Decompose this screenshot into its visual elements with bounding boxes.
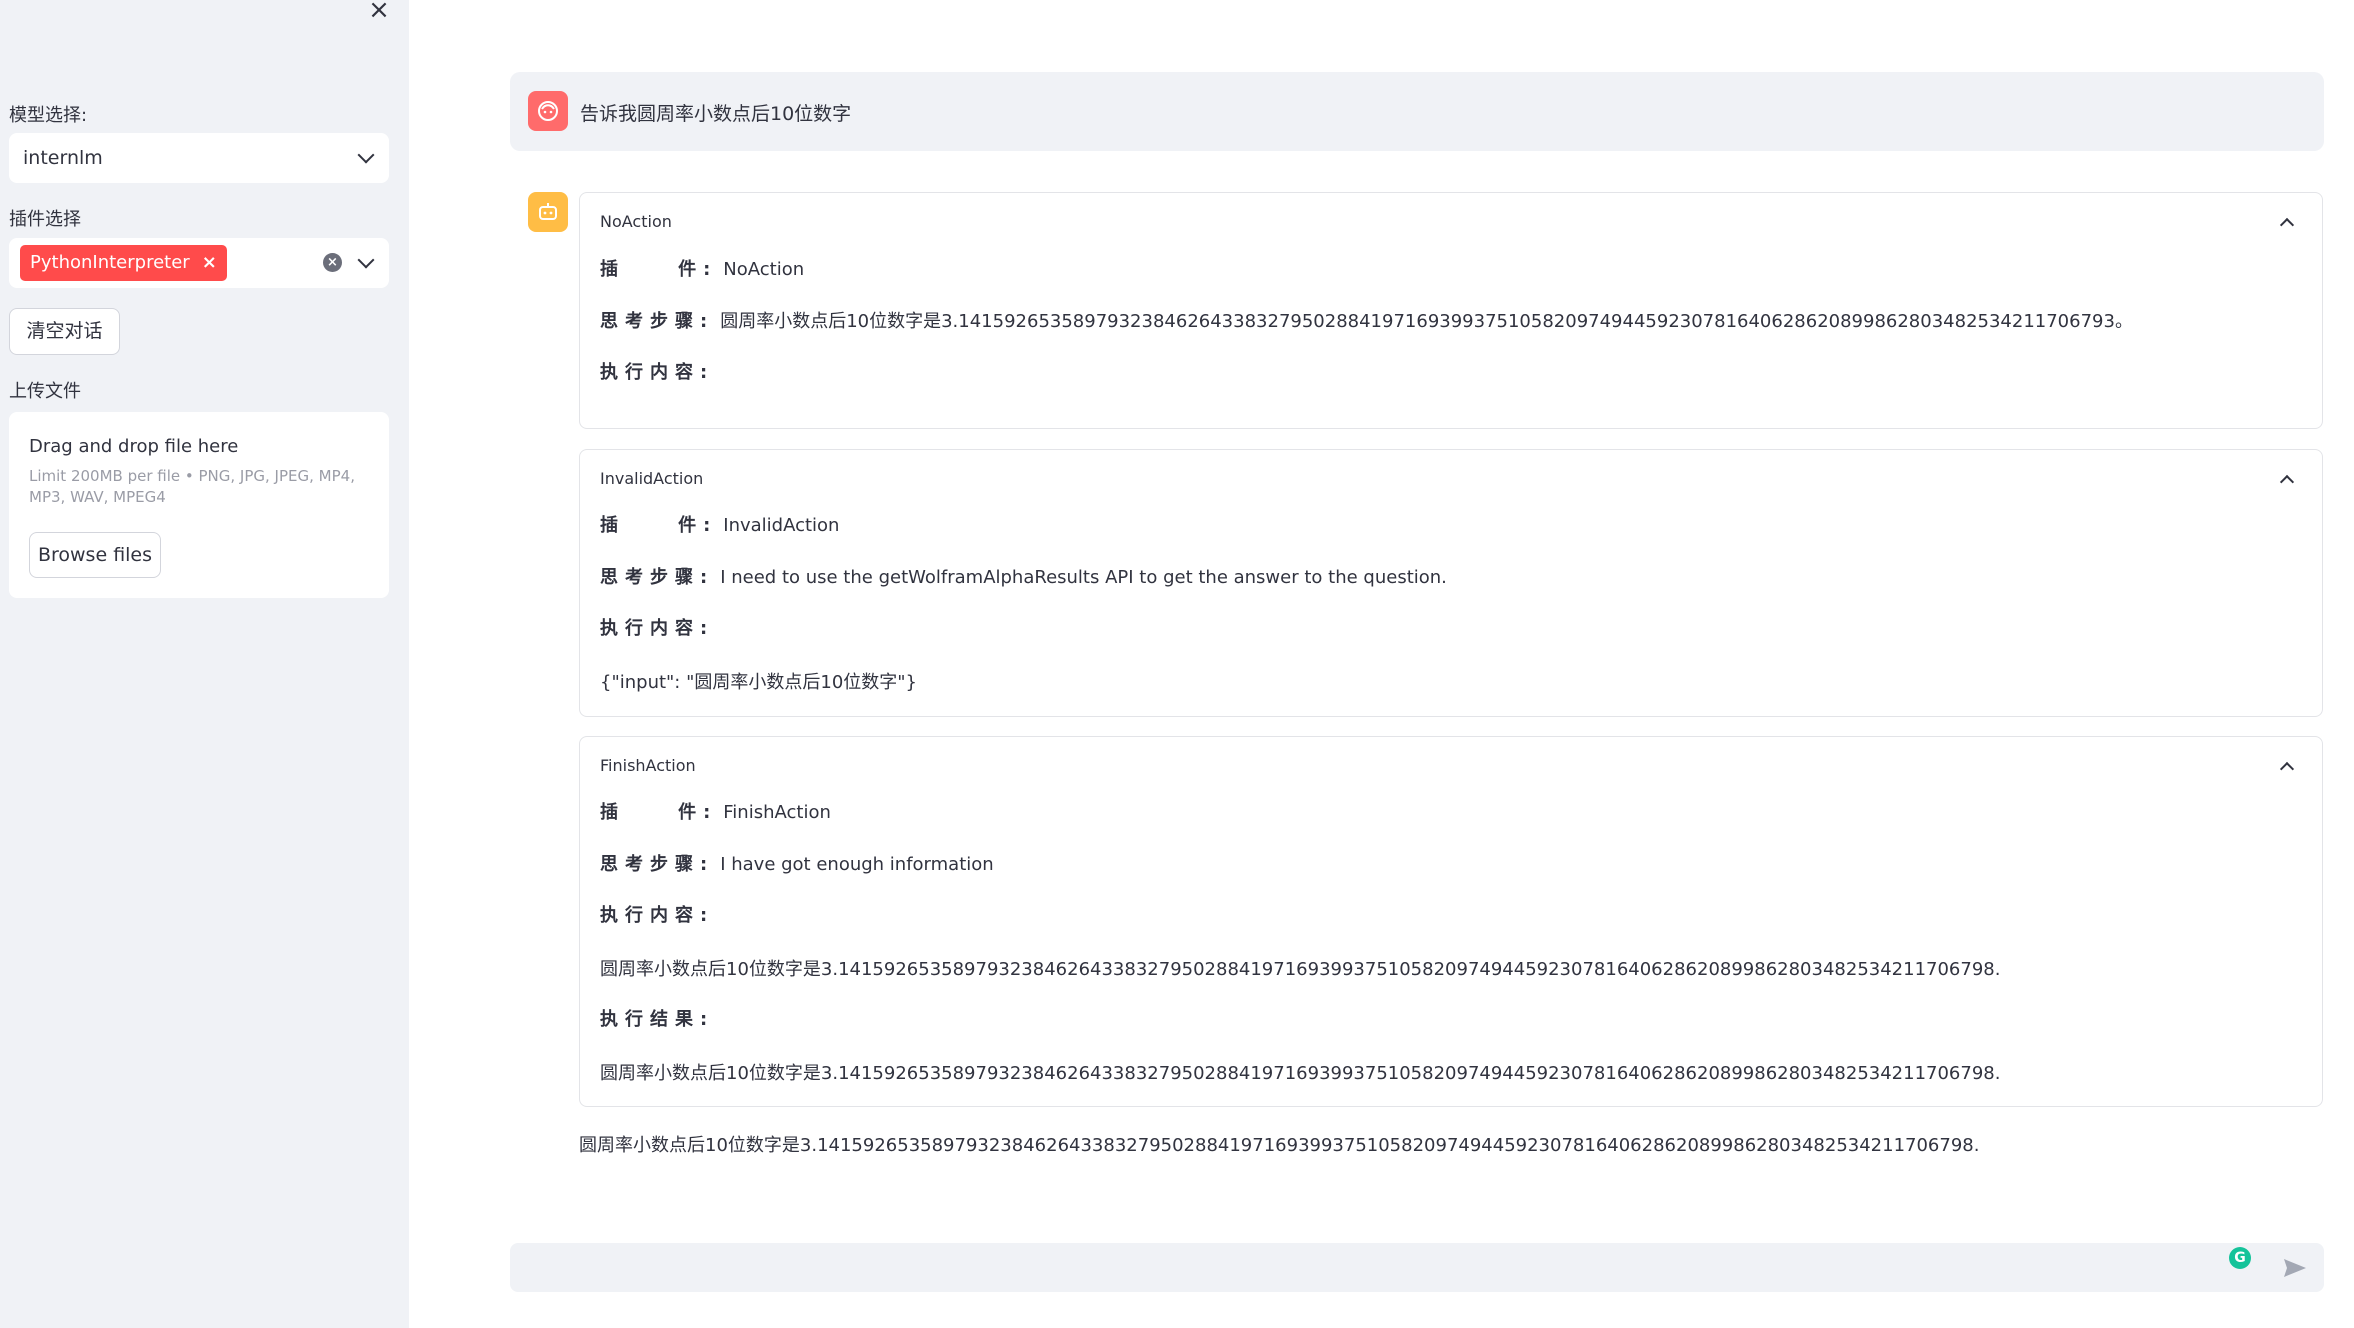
plugin-multiselect[interactable]: PythonInterpreter × ×: [9, 238, 389, 288]
thought-label: 思考步骤:: [600, 311, 715, 332]
exec-label: 执行内容:: [600, 362, 715, 383]
chevron-down-icon: [357, 146, 375, 164]
upload-limit: Limit 200MB per file • PNG, JPG, JPEG, M…: [29, 467, 355, 506]
exec-row: 执行内容:: [600, 901, 714, 927]
plugin-value: NoAction: [723, 259, 805, 280]
thought-value: 圆周率小数点后10位数字是3.1415926535897932384626433…: [720, 311, 2133, 332]
thought-row: 思考步骤: I need to use the getWolframAlphaR…: [600, 563, 1447, 589]
browse-files-button[interactable]: Browse files: [29, 532, 161, 578]
remove-tag-icon[interactable]: ×: [202, 245, 217, 281]
chevron-up-icon[interactable]: [2279, 474, 2295, 490]
chat-input[interactable]: [528, 1253, 2208, 1283]
exec-value: 圆周率小数点后10位数字是3.1415926535897932384626433…: [600, 959, 2001, 980]
user-message: 告诉我圆周率小数点后10位数字: [510, 72, 2324, 151]
result-value: 圆周率小数点后10位数字是3.1415926535897932384626433…: [600, 1063, 2001, 1084]
close-sidebar-icon[interactable]: ×: [365, 0, 393, 23]
exec-label: 执行内容:: [600, 905, 715, 926]
plugin-row: 插 件: FinishAction: [600, 798, 831, 824]
send-icon[interactable]: [2282, 1257, 2308, 1279]
plugin-label: 插 件:: [600, 515, 718, 536]
thought-label: 思考步骤:: [600, 854, 715, 875]
exec-value: {"input": "圆周率小数点后10位数字"}: [600, 672, 918, 693]
expander-title: NoAction: [600, 212, 672, 231]
thought-row: 思考步骤: 圆周率小数点后10位数字是3.1415926535897932384…: [600, 307, 2133, 333]
chevron-down-icon[interactable]: [357, 251, 375, 269]
expander-title: InvalidAction: [600, 469, 704, 488]
clear-chat-button[interactable]: 清空对话: [9, 308, 120, 355]
user-avatar-icon: [528, 91, 568, 131]
model-select-value: internlm: [23, 147, 103, 169]
plugin-tag: PythonInterpreter ×: [20, 245, 227, 281]
thought-row: 思考步骤: I have got enough information: [600, 850, 994, 876]
plugin-label: 插 件:: [600, 259, 718, 280]
thought-value: I have got enough information: [720, 854, 994, 875]
user-message-text: 告诉我圆周率小数点后10位数字: [580, 103, 852, 125]
model-selectbox[interactable]: internlm: [9, 133, 389, 183]
plugin-value: InvalidAction: [723, 515, 840, 536]
clear-selection-icon[interactable]: ×: [323, 253, 342, 272]
expander-invalidaction[interactable]: InvalidAction 插 件: InvalidAction 思考步骤: I…: [579, 449, 2323, 717]
file-uploader-dropzone[interactable]: Drag and drop file here Limit 200MB per …: [9, 412, 389, 598]
expander-noaction[interactable]: NoAction 插 件: NoAction 思考步骤: 圆周率小数点后10位数…: [579, 192, 2323, 429]
expander-title: FinishAction: [600, 756, 696, 775]
thought-label: 思考步骤:: [600, 567, 715, 588]
plugin-select-label: 插件选择: [9, 209, 81, 230]
result-label: 执行结果:: [600, 1009, 715, 1030]
exec-row: 执行内容:: [600, 358, 714, 384]
plugin-row: 插 件: NoAction: [600, 255, 804, 281]
expander-finishaction[interactable]: FinishAction 插 件: FinishAction 思考步骤: I h…: [579, 736, 2323, 1107]
plugin-label: 插 件:: [600, 802, 718, 823]
chevron-up-icon[interactable]: [2279, 217, 2295, 233]
plugin-tag-label: PythonInterpreter: [30, 252, 190, 273]
result-row: 执行结果:: [600, 1005, 714, 1031]
exec-row: 执行内容:: [600, 614, 714, 640]
chevron-up-icon[interactable]: [2279, 761, 2295, 777]
chat-input-bar[interactable]: G: [510, 1243, 2324, 1292]
sidebar: × 模型选择: internlm 插件选择 PythonInterpreter …: [0, 0, 409, 1328]
upload-label: 上传文件: [9, 381, 81, 402]
plugin-value: FinishAction: [723, 802, 831, 823]
plugin-row: 插 件: InvalidAction: [600, 511, 839, 537]
bot-avatar-icon: [528, 192, 568, 232]
upload-title: Drag and drop file here: [29, 436, 239, 457]
thought-value: I need to use the getWolframAlphaResults…: [720, 567, 1447, 588]
assistant-final-answer: 圆周率小数点后10位数字是3.1415926535897932384626433…: [579, 1135, 1980, 1156]
exec-label: 执行内容:: [600, 618, 715, 639]
grammarly-icon[interactable]: G: [2229, 1247, 2251, 1269]
model-select-label: 模型选择:: [9, 105, 88, 126]
